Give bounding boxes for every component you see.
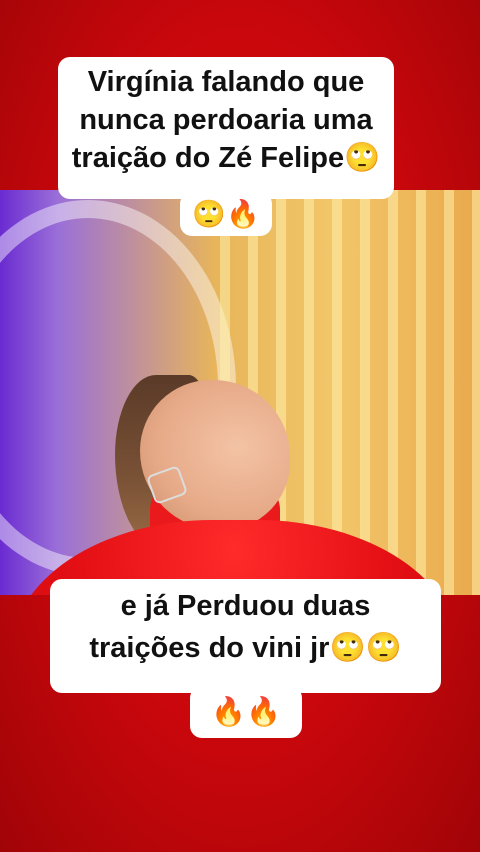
top-caption-line-1: Virgínia falando que: [87, 66, 365, 98]
top-caption-line-3: traição do Zé Felipe🙄: [71, 142, 381, 174]
top-caption-line-2: nunca perdoaria uma: [79, 104, 373, 136]
top-caption-line-4: 🙄🔥: [192, 199, 260, 229]
bottom-caption-line-3: 🔥🔥: [211, 696, 281, 727]
top-caption-emoji-box: 🙄🔥: [180, 192, 272, 236]
bottom-caption-line-2: traições do vini jr🙄🙄: [89, 632, 402, 664]
bottom-caption-line-1: e já Perduou duas: [120, 590, 371, 622]
top-caption-box: Virgínia falando que nunca perdoaria uma…: [58, 57, 394, 199]
bottom-caption-box: e já Perduou duas traições do vini jr🙄🙄: [50, 579, 441, 693]
video-frame: [0, 190, 480, 595]
bottom-caption-emoji-box: 🔥🔥: [190, 686, 302, 738]
